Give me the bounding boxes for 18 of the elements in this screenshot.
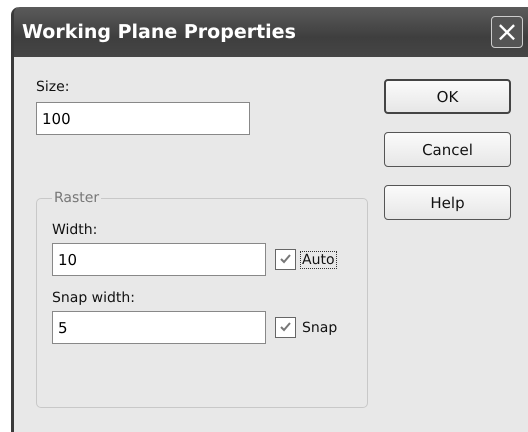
size-field[interactable]: 100 bbox=[36, 102, 250, 135]
close-button[interactable]: × bbox=[491, 16, 523, 48]
check-icon bbox=[279, 321, 292, 334]
checkbox-label[interactable]: Auto bbox=[300, 250, 337, 268]
input-field[interactable]: 10 bbox=[52, 243, 266, 276]
dialog-button[interactable]: Help bbox=[384, 185, 511, 220]
checkbox[interactable] bbox=[275, 317, 296, 338]
checkbox-label[interactable]: Snap bbox=[300, 318, 340, 336]
window-title: Working Plane Properties bbox=[22, 21, 297, 43]
input-field[interactable]: 5 bbox=[52, 311, 266, 344]
dialog-button[interactable]: Cancel bbox=[384, 132, 511, 167]
size-label: Size: bbox=[36, 79, 70, 95]
group-legend: Raster bbox=[52, 190, 102, 206]
field-label: Snap width: bbox=[52, 290, 136, 306]
field-label: Width: bbox=[52, 222, 98, 238]
dialog-button[interactable]: OK bbox=[384, 79, 511, 114]
check-icon bbox=[279, 253, 292, 266]
checkbox[interactable] bbox=[275, 249, 296, 270]
